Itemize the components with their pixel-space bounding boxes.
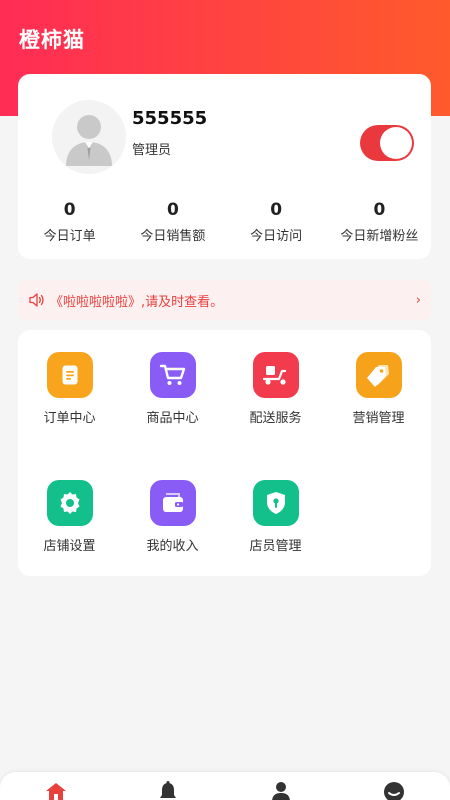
tab-profile[interactable] (269, 780, 293, 800)
stat-label: 今日订单 (43, 229, 96, 244)
menu-order-center[interactable]: 订单中心 (18, 352, 121, 426)
stat-value: 0 (63, 200, 76, 220)
app-title: 橙柿猫 (19, 28, 85, 52)
profile-card: 555555 管理员 0 今日订单 0 今日销售额 0 今日访问 0 今日新增粉… (18, 74, 431, 259)
stat-label: 今日新增粉丝 (340, 229, 419, 244)
order-document-icon (46, 352, 93, 398)
user-name: 555555 (132, 108, 208, 129)
shield-lock-icon (252, 480, 299, 526)
wallet-icon (149, 480, 196, 526)
stat-value: 0 (373, 200, 386, 220)
stat-today-new-fans[interactable]: 0 今日新增粉丝 (328, 200, 431, 244)
toggle-knob (380, 127, 412, 159)
user-icon (272, 782, 290, 800)
bottom-tab-bar (0, 772, 450, 800)
notice-bar[interactable]: 《啦啦啦啦啦》,请及时查看。 › (18, 280, 431, 320)
menu-staff-management[interactable]: 店员管理 (224, 480, 327, 554)
shopping-cart-icon (149, 352, 196, 398)
user-role: 管理员 (132, 143, 172, 158)
stat-label: 今日访问 (250, 229, 303, 244)
store-status-toggle[interactable] (360, 125, 414, 161)
delivery-scooter-icon (252, 352, 299, 398)
menu-delivery-service[interactable]: 配送服务 (224, 352, 327, 426)
menu-label: 商品中心 (146, 411, 199, 426)
tab-mine[interactable] (382, 780, 406, 800)
smile-icon (384, 782, 404, 800)
tab-notifications[interactable] (156, 780, 180, 800)
stat-label: 今日销售额 (140, 229, 206, 244)
avatar[interactable] (52, 100, 126, 174)
default-avatar-icon (52, 100, 126, 174)
menu-label: 订单中心 (43, 411, 96, 426)
speaker-icon (29, 293, 44, 307)
app-screen: 橙柿猫 555555 管理员 0 今日订单 0 今日销售额 0 今日访问 0 今… (0, 0, 450, 800)
stat-today-sales[interactable]: 0 今日销售额 (121, 200, 224, 244)
menu-label: 配送服务 (249, 411, 302, 426)
price-tag-icon (355, 352, 402, 398)
menu-my-income[interactable]: 我的收入 (121, 480, 224, 554)
menu-marketing[interactable]: 营销管理 (327, 352, 430, 426)
stat-value: 0 (166, 200, 179, 220)
tab-home[interactable] (44, 780, 68, 800)
notice-text: 《啦啦啦啦啦》,请及时查看。 (50, 294, 224, 310)
function-menu: 订单中心 商品中心 配送服务 营销管理 店铺设置 我的收入 店员管理 (18, 330, 431, 576)
menu-label: 营销管理 (352, 411, 405, 426)
menu-label: 店铺设置 (43, 539, 96, 554)
today-stats: 0 今日订单 0 今日销售额 0 今日访问 0 今日新增粉丝 (18, 200, 431, 244)
stat-today-orders[interactable]: 0 今日订单 (18, 200, 121, 244)
stat-today-visits[interactable]: 0 今日访问 (225, 200, 328, 244)
bell-icon (160, 781, 176, 798)
menu-label: 我的收入 (146, 539, 199, 554)
gear-icon (46, 480, 93, 526)
menu-product-center[interactable]: 商品中心 (121, 352, 224, 426)
menu-label: 店员管理 (249, 539, 302, 554)
stat-value: 0 (270, 200, 283, 220)
chevron-right-icon: › (415, 292, 421, 308)
home-icon (46, 783, 66, 800)
menu-store-settings[interactable]: 店铺设置 (18, 480, 121, 554)
